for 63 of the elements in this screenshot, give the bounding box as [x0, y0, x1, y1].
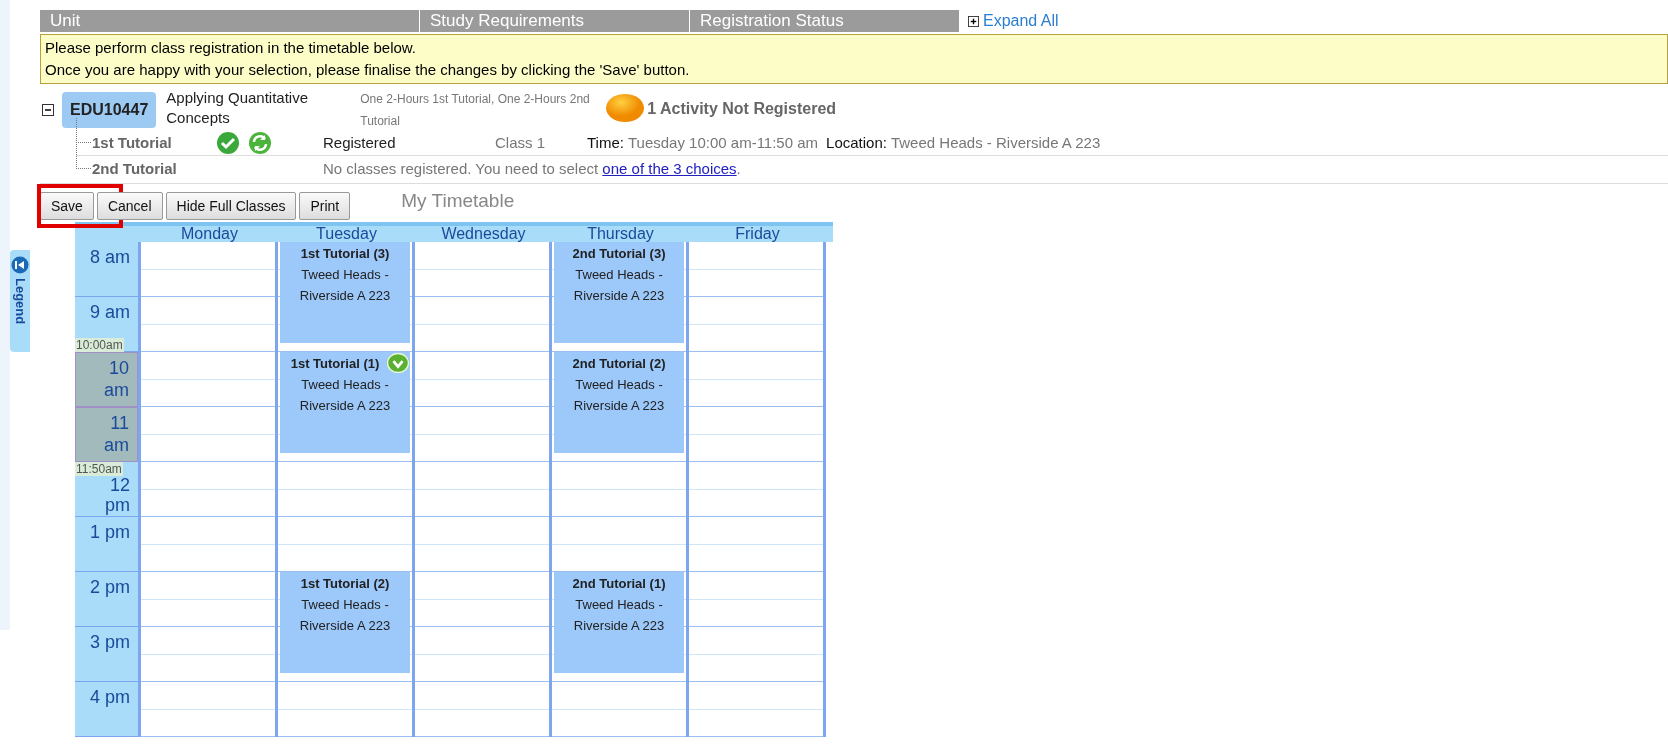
- class-location: Tweed Heads - Riverside A 223: [298, 266, 392, 305]
- class-location: Tweed Heads - Riverside A 223: [572, 266, 666, 305]
- class-location: Tweed Heads - Riverside A 223: [572, 376, 666, 415]
- class-title: 2nd Tutorial (2): [571, 355, 667, 373]
- plus-icon[interactable]: [968, 15, 979, 27]
- range-start-label: 10:00am: [75, 338, 124, 352]
- print-button[interactable]: Print: [299, 192, 351, 220]
- cancel-button[interactable]: Cancel: [96, 192, 163, 220]
- collapse-left-icon: [11, 256, 29, 274]
- notice-text: Please perform class registration in the timetable below.: [45, 38, 417, 58]
- class-block[interactable]: 2nd Tutorial (3) Tweed Heads - Riverside A 223: [554, 242, 684, 343]
- unit-title: Applying Quantitative Concepts: [166, 88, 310, 128]
- column-header: Unit: [40, 10, 420, 32]
- time-value: Tuesday 10:00 am-11:50 am: [627, 134, 819, 151]
- study-requirements: One 2-Hours 1st Tutorial, One 2-Hours 2nd Tutorial: [360, 91, 591, 130]
- class-block[interactable]: 1st Tutorial (3) Tweed Heads - Riverside A 223: [280, 242, 410, 343]
- legend-tab[interactable]: Legend: [10, 250, 30, 352]
- class-title: 1st Tutorial (3): [299, 245, 391, 263]
- hour-label: 4 pm: [75, 682, 138, 737]
- expand-all-link[interactable]: Expand All: [968, 12, 1059, 30]
- choices-link[interactable]: one of the 3 choices: [602, 160, 737, 177]
- collapse-icon[interactable]: [42, 104, 54, 116]
- timetable-title: My Timetable: [401, 190, 515, 212]
- legend-label: Legend: [12, 278, 28, 325]
- class-title: 1st Tutorial (2): [299, 575, 391, 593]
- range-end-label: 11:50am: [75, 462, 123, 476]
- class-block[interactable]: 2nd Tutorial (2) Tweed Heads - Riverside A 223: [554, 352, 684, 453]
- hour-label: 3 pm: [75, 627, 138, 682]
- status-dot-icon: [605, 93, 646, 123]
- column-header: Registration Status: [690, 10, 960, 32]
- class-title: 2nd Tutorial (1): [571, 575, 667, 593]
- class-location: Tweed Heads - Riverside A 223: [298, 376, 392, 415]
- unit-code: EDU10447: [62, 92, 157, 128]
- day-header: Tuesday: [315, 226, 378, 242]
- hour-label: 11 am: [75, 407, 138, 462]
- registration-message: No classes registered. You need to select one of the 3 choices.: [323, 160, 741, 177]
- hour-label: 1 pm: [75, 517, 138, 572]
- notice-text: Once you are happy with your selection, please finalise the changes by clicking the 'Save' button.: [45, 60, 691, 80]
- class-number: Class 1: [495, 134, 547, 151]
- class-block[interactable]: 1st Tutorial (2) Tweed Heads - Riverside A 223: [280, 572, 410, 673]
- time-label: Time:: [587, 134, 624, 151]
- class-title: 1st Tutorial (1): [289, 355, 381, 373]
- activity-name: 1st Tutorial: [91, 134, 173, 151]
- unit-status: 1 Activity Not Registered: [647, 100, 837, 118]
- day-header: Thursday: [586, 226, 655, 242]
- column-header: Study Requirements: [420, 10, 690, 32]
- registration-status: Registered: [323, 134, 397, 151]
- location-value: Tweed Heads - Riverside A 223: [890, 134, 1101, 151]
- day-header: Monday: [180, 226, 239, 242]
- save-button[interactable]: Save: [40, 192, 94, 220]
- activity-name: 2nd Tutorial: [91, 160, 178, 177]
- day-header: Friday: [734, 226, 781, 242]
- location-label: Location:: [826, 134, 887, 151]
- class-block[interactable]: 2nd Tutorial (1) Tweed Heads - Riverside A 223: [554, 572, 684, 673]
- hour-label: 8 am: [75, 242, 138, 297]
- class-location: Tweed Heads - Riverside A 223: [298, 596, 392, 635]
- hour-label: 2 pm: [75, 572, 138, 627]
- class-title: 2nd Tutorial (3): [571, 245, 667, 263]
- class-block[interactable]: 1st Tutorial (1) Tweed Heads - Riverside A 223: [280, 352, 410, 453]
- hide-full-classes-button[interactable]: Hide Full Classes: [165, 192, 297, 220]
- class-location: Tweed Heads - Riverside A 223: [572, 596, 666, 635]
- day-header: Wednesday: [440, 226, 527, 242]
- hour-label: 10 am: [75, 352, 138, 407]
